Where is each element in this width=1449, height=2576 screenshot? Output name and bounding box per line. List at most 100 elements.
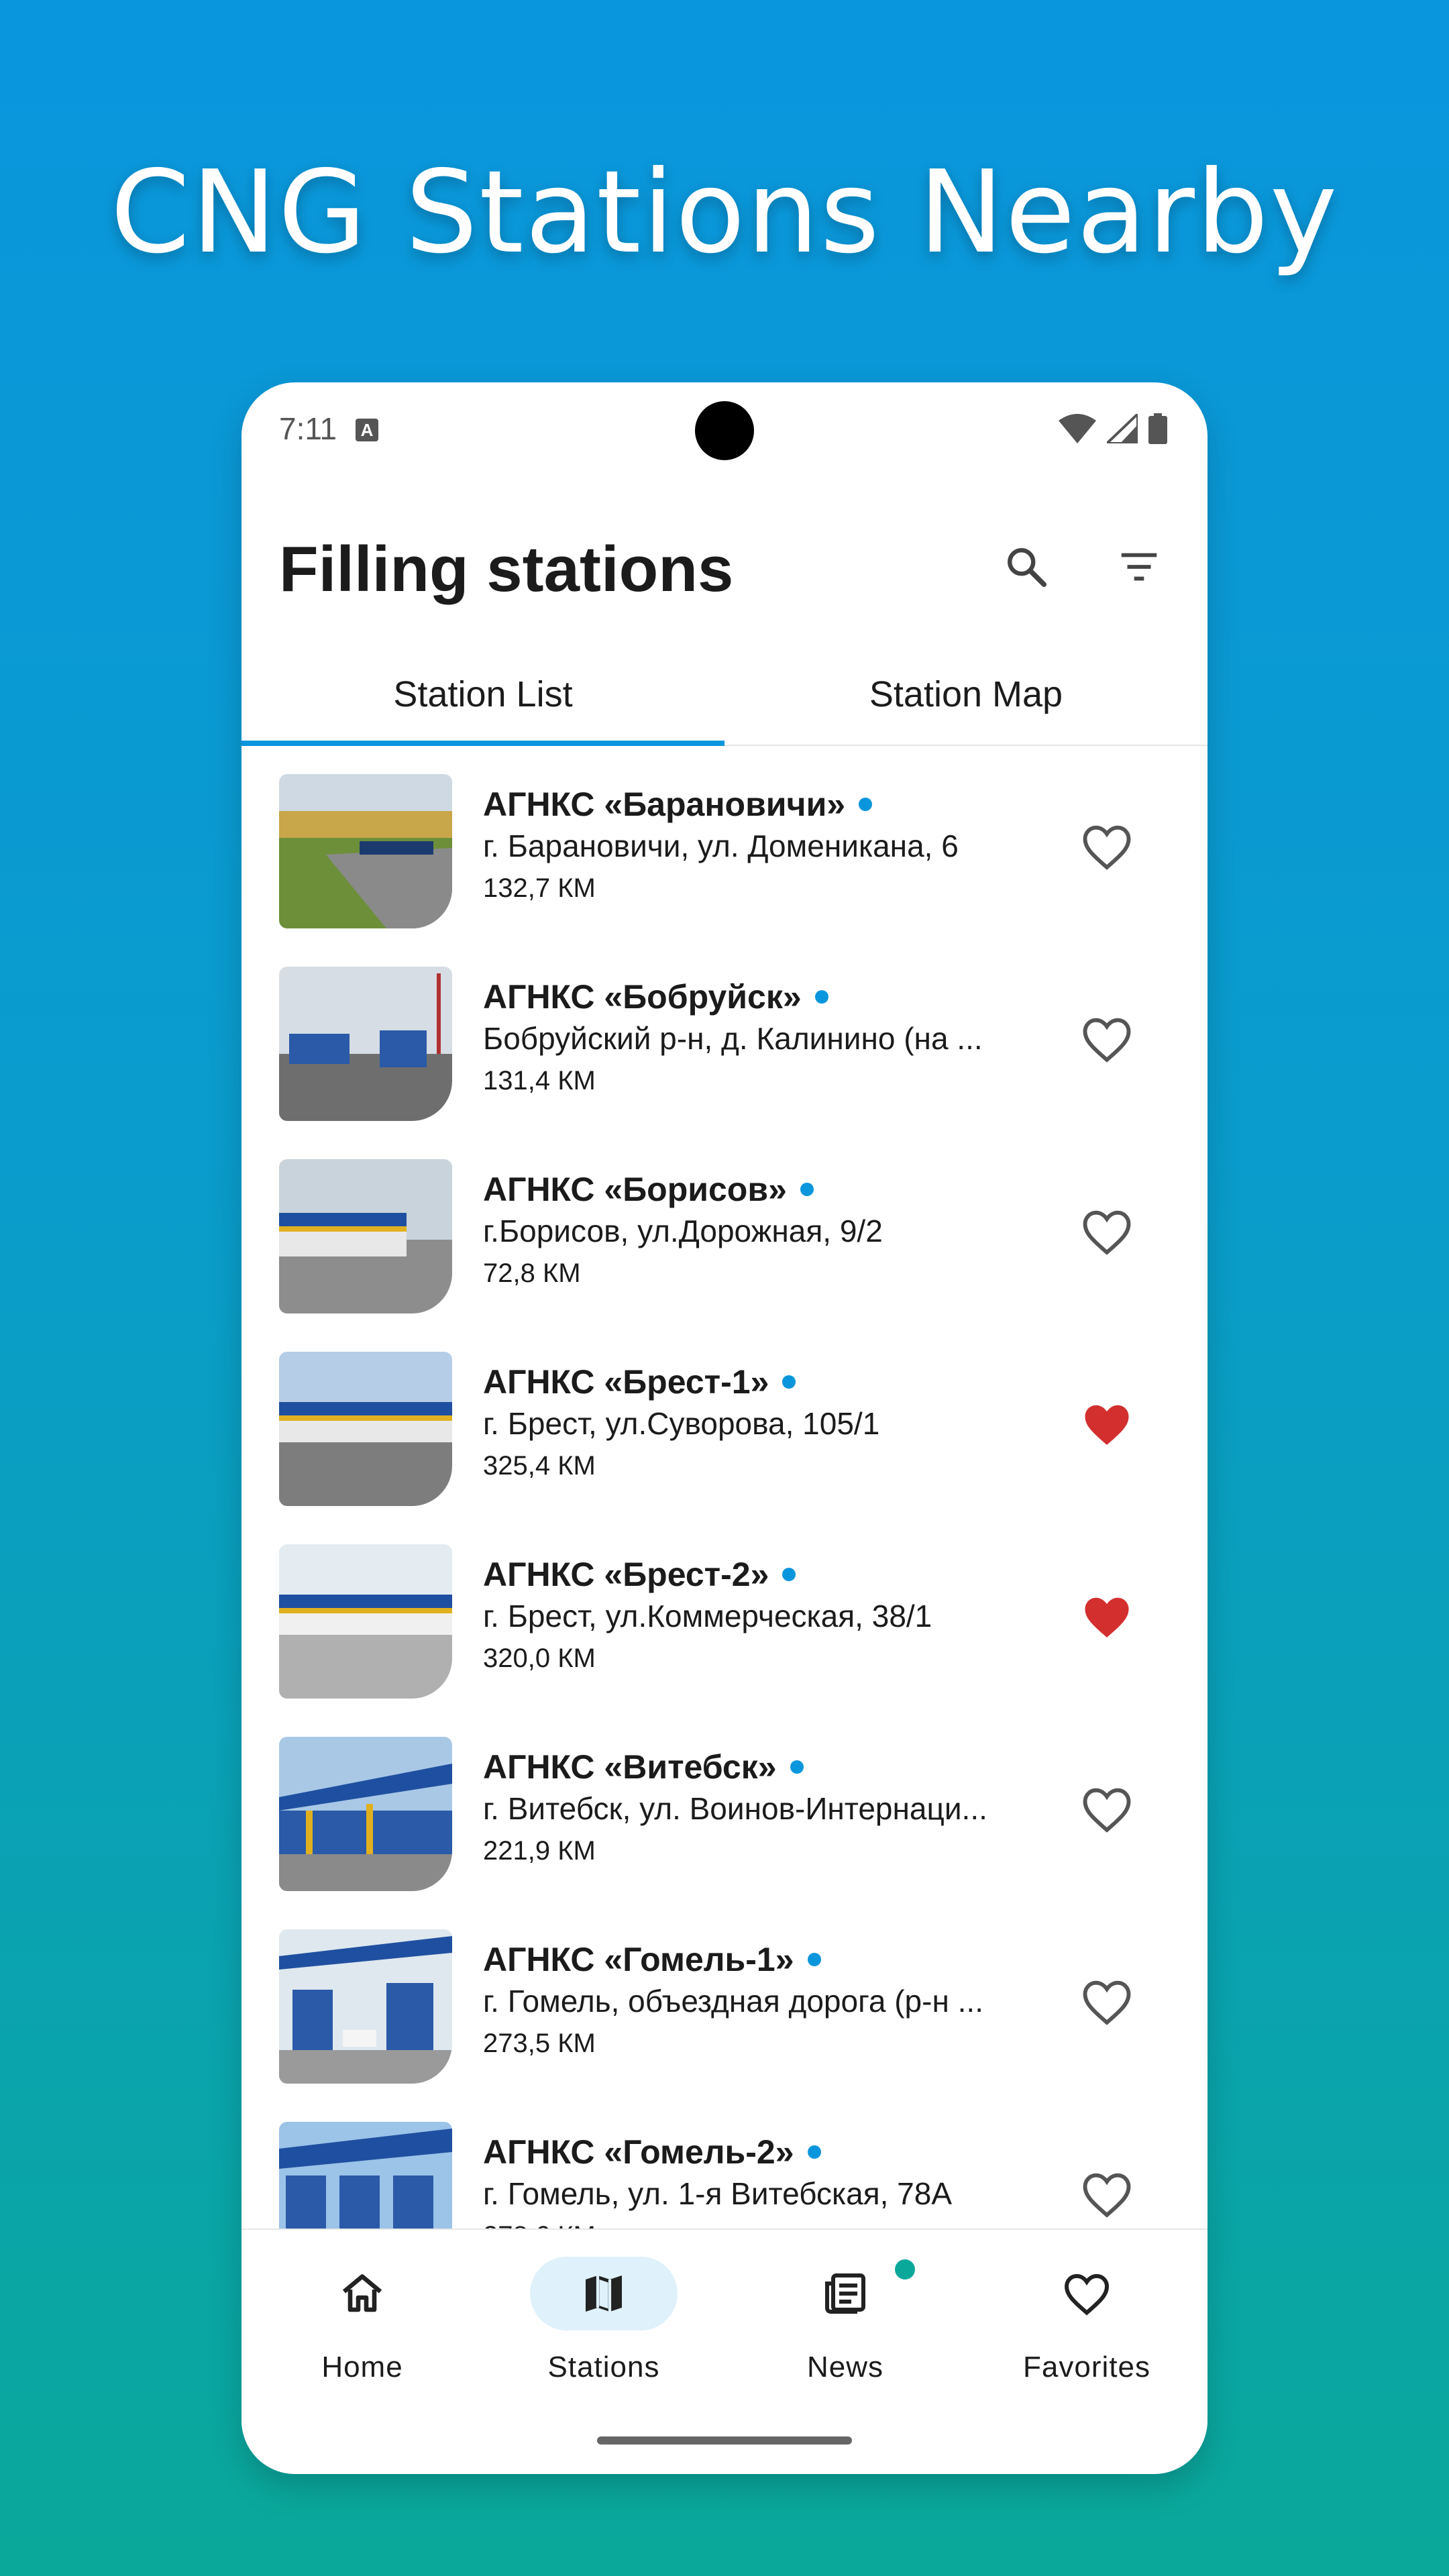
nav-label: News xyxy=(806,2351,884,2383)
nav-icon-container xyxy=(288,2257,436,2330)
battery-icon xyxy=(1148,413,1167,444)
favorite-button[interactable] xyxy=(1073,2161,1140,2228)
tab-indicator xyxy=(241,741,724,746)
nav-label: Favorites xyxy=(1023,2351,1150,2383)
list-item[interactable]: АГНКС «Гомель-1» г. Гомель, объездная до… xyxy=(241,1901,1208,2094)
signal-icon xyxy=(1107,414,1138,443)
nav-icon-container xyxy=(530,2257,678,2330)
station-photo xyxy=(279,1737,452,1891)
status-dot xyxy=(807,1953,821,1966)
nav-home[interactable]: Home xyxy=(241,2257,483,2391)
station-photo xyxy=(279,1544,452,1699)
station-address: г. Гомель, ул. 1-я Витебская, 78А xyxy=(483,2176,953,2211)
bottom-nav: Home Stations News Favorites xyxy=(241,2229,1208,2474)
nav-stations[interactable]: Stations xyxy=(483,2257,724,2391)
heart-outline-icon xyxy=(1083,1210,1131,1255)
station-address: Бобруйский р-н, д. Калинино (на ... xyxy=(483,1021,983,1056)
favorite-button[interactable] xyxy=(1073,813,1140,880)
status-bar: 7:11 A xyxy=(241,382,1208,476)
search-icon xyxy=(1008,548,1047,588)
nav-icon-container xyxy=(1013,2257,1161,2330)
station-photo xyxy=(279,1929,452,2084)
nav-favorites[interactable]: Favorites xyxy=(966,2257,1208,2391)
filter-icon xyxy=(1121,553,1157,581)
app-bar: Filling stations xyxy=(241,476,1208,644)
status-dot xyxy=(814,990,828,1004)
favorite-button[interactable] xyxy=(1073,1198,1140,1265)
station-distance: 131,4 КМ xyxy=(483,1066,596,1095)
tab-label: Station Map xyxy=(869,674,1063,714)
status-dot xyxy=(782,1375,796,1389)
heart-outline-icon xyxy=(1083,2173,1131,2218)
station-distance: 325,4 КМ xyxy=(483,1451,596,1481)
station-address: г. Барановичи, ул. Доменикана, 6 xyxy=(483,828,959,863)
phone-screen: 7:11 A Filling stations Station List Sta… xyxy=(241,382,1208,2474)
station-address: г.Борисов, ул.Дорожная, 9/2 xyxy=(483,1214,883,1248)
station-name: АГНКС «Витебск» xyxy=(483,1748,777,1786)
home-indicator[interactable] xyxy=(597,2436,852,2445)
heart-outline-icon xyxy=(1083,1980,1131,2025)
station-photo xyxy=(279,2122,452,2242)
nav-news[interactable]: News xyxy=(724,2257,966,2391)
station-photo xyxy=(279,1352,452,1506)
wifi-icon xyxy=(1059,414,1096,443)
favorite-button[interactable] xyxy=(1073,1583,1140,1650)
status-dot xyxy=(807,2145,821,2159)
home-icon xyxy=(342,2274,382,2312)
promo-headline: CNG Stations Nearby xyxy=(110,146,1339,279)
station-name: АГНКС «Борисов» xyxy=(483,1171,787,1208)
status-time: 7:11 xyxy=(279,411,337,446)
favorite-button[interactable] xyxy=(1073,1391,1140,1458)
nav-label: Stations xyxy=(547,2351,660,2383)
page-title: Filling stations xyxy=(279,533,734,605)
tab-bar: Station List Station Map xyxy=(241,644,1208,746)
tab-station-list[interactable]: Station List xyxy=(241,644,724,745)
favorite-button[interactable] xyxy=(1073,1968,1140,2035)
list-item[interactable]: АГНКС «Борисов» г.Борисов, ул.Дорожная, … xyxy=(241,1131,1208,1324)
list-item[interactable]: АГНКС «Брест-2» г. Брест, ул.Коммерческа… xyxy=(241,1516,1208,1709)
station-name: АГНКС «Брест-1» xyxy=(483,1363,769,1401)
camera-cutout xyxy=(695,401,754,460)
heart-filled-icon xyxy=(1085,1597,1129,1638)
heart-outline-icon xyxy=(1083,1018,1131,1063)
status-dot xyxy=(859,798,873,811)
heart-outline-icon xyxy=(1083,1788,1131,1833)
station-list: АГНКС «Барановичи» г. Барановичи, ул. До… xyxy=(241,746,1208,2242)
heart-filled-icon xyxy=(1085,1405,1129,1445)
station-name: АГНКС «Гомель-1» xyxy=(483,1941,794,1978)
list-item[interactable]: АГНКС «Барановичи» г. Барановичи, ул. До… xyxy=(241,746,1208,938)
station-name: АГНКС «Бобруйск» xyxy=(483,978,802,1016)
tab-station-map[interactable]: Station Map xyxy=(724,644,1208,745)
favorite-button[interactable] xyxy=(1073,1006,1140,1073)
station-distance: 320,0 КМ xyxy=(483,1644,596,1673)
status-dot xyxy=(790,1760,804,1774)
station-photo xyxy=(279,774,452,928)
tab-label: Station List xyxy=(393,674,573,714)
list-item[interactable]: АГНКС «Гомель-2» г. Гомель, ул. 1-я Вите… xyxy=(241,2094,1208,2242)
notification-badge xyxy=(895,2259,915,2279)
list-item[interactable]: АГНКС «Брест-1» г. Брест, ул.Суворова, 1… xyxy=(241,1324,1208,1516)
station-distance: 132,7 КМ xyxy=(483,873,596,903)
station-distance: 221,9 КМ xyxy=(483,1836,596,1866)
station-address: г. Гомель, объездная дорога (р-н ... xyxy=(483,1984,983,2019)
station-address: г. Брест, ул.Коммерческая, 38/1 xyxy=(483,1599,932,1633)
heart-icon xyxy=(1064,2273,1110,2316)
search-button[interactable] xyxy=(989,530,1063,604)
a-icon: A xyxy=(356,419,378,441)
list-item[interactable]: АГНКС «Витебск» г. Витебск, ул. Воинов-И… xyxy=(241,1709,1208,1901)
heart-outline-icon xyxy=(1083,825,1131,870)
station-distance: 273,5 КМ xyxy=(483,2029,596,2058)
station-address: г. Витебск, ул. Воинов-Интернаци... xyxy=(483,1791,987,1826)
news-icon xyxy=(825,2273,865,2314)
filter-button[interactable] xyxy=(1102,530,1176,604)
station-name: АГНКС «Гомель-2» xyxy=(483,2133,794,2171)
list-item[interactable]: АГНКС «Бобруйск» Бобруйский р-н, д. Кали… xyxy=(241,938,1208,1131)
station-photo xyxy=(279,967,452,1121)
status-dot xyxy=(782,1568,796,1581)
station-name: АГНКС «Барановичи» xyxy=(483,786,846,823)
favorite-button[interactable] xyxy=(1073,1776,1140,1843)
station-photo xyxy=(279,1159,452,1313)
station-address: г. Брест, ул.Суворова, 105/1 xyxy=(483,1406,880,1441)
status-dot xyxy=(800,1183,814,1196)
station-name: АГНКС «Брест-2» xyxy=(483,1556,769,1593)
